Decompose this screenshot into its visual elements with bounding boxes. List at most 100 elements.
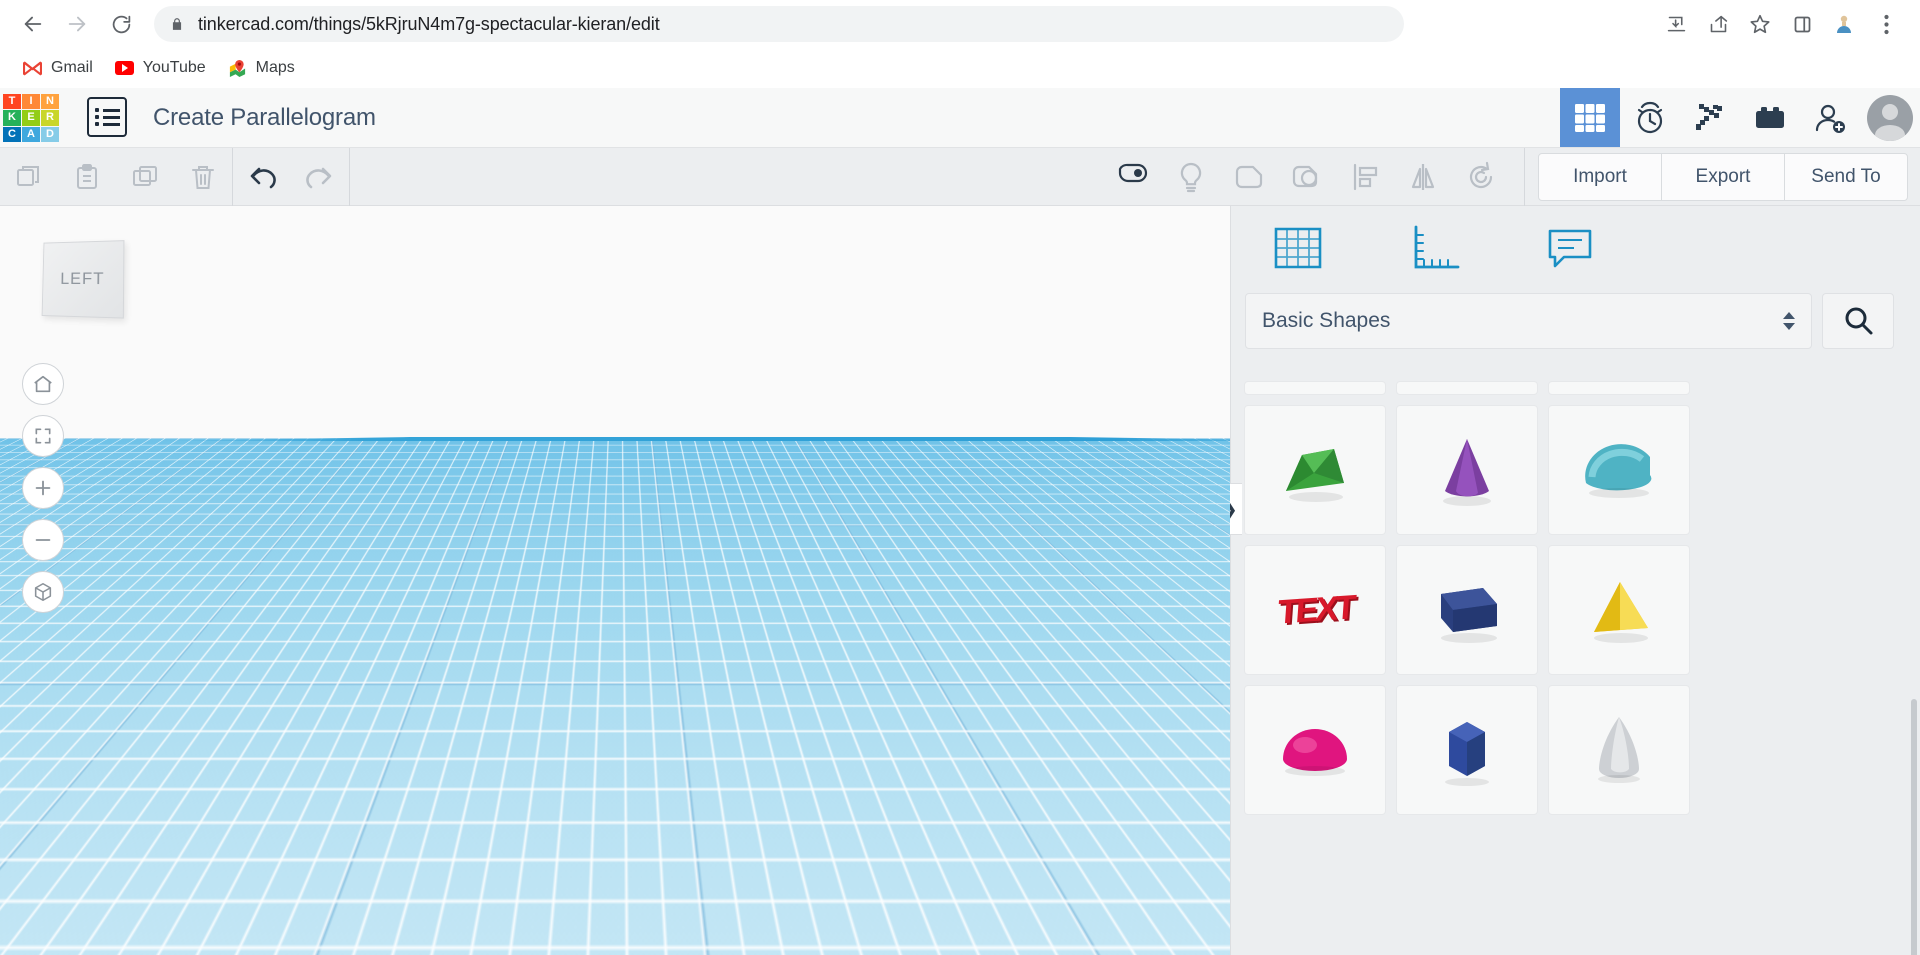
tinkercad-header: T I N K E R C A D Create Parallelogram [0, 88, 1920, 148]
shape-wedge-green[interactable] [1244, 405, 1386, 535]
show-hide-eye-icon[interactable] [1104, 148, 1162, 206]
home-view-icon[interactable] [22, 363, 64, 405]
url-text: tinkercad.com/things/5kRjruN4m7g-spectac… [198, 14, 660, 35]
panel-search-row: Basic Shapes [1231, 290, 1920, 352]
address-bar[interactable]: tinkercad.com/things/5kRjruN4m7g-spectac… [154, 6, 1404, 42]
reload-icon[interactable] [102, 5, 140, 43]
zoom-in-icon[interactable] [22, 467, 64, 509]
flip-icon[interactable] [1452, 148, 1510, 206]
chevron-updown-icon[interactable] [1783, 312, 1795, 330]
toolbar-divider [1524, 148, 1525, 206]
side-panel-icon[interactable] [1782, 4, 1822, 44]
shape-pyramid-yellow[interactable] [1548, 545, 1690, 675]
shape-category-label: Basic Shapes [1262, 309, 1390, 333]
align-icon[interactable] [1336, 148, 1394, 206]
panel-collapse-handle[interactable]: ❯ [1216, 483, 1242, 535]
shapes-scroll-area[interactable]: TEXT [1231, 369, 1920, 955]
object-shadow [436, 697, 590, 723]
user-avatar[interactable] [1860, 88, 1920, 147]
shape-cell-partial[interactable] [1396, 381, 1538, 395]
import-button[interactable]: Import [1538, 153, 1662, 201]
logo-tile-e: E [22, 110, 40, 125]
forward-arrow-icon[interactable] [58, 5, 96, 43]
edit-toolbar: Import Export Send To [0, 148, 1920, 206]
ruler-icon[interactable] [1403, 220, 1465, 276]
send-to-button[interactable]: Send To [1784, 153, 1908, 201]
search-icon[interactable] [1822, 293, 1894, 349]
page-title: Create Parallelogram [153, 104, 376, 132]
shapes-grid: TEXT [1231, 369, 1920, 815]
zoom-out-icon[interactable] [22, 519, 64, 561]
editor-viewport[interactable]: LEFT Settings Snap Grid 1.0 mm [0, 206, 1230, 955]
tinkercad-logo[interactable]: T I N K E R C A D [3, 94, 59, 142]
browser-chrome: tinkercad.com/things/5kRjruN4m7g-spectac… [0, 0, 1920, 88]
browser-nav-row: tinkercad.com/things/5kRjruN4m7g-spectac… [0, 0, 1920, 48]
youtube-icon [115, 59, 134, 78]
note-bubble-icon[interactable] [1539, 220, 1601, 276]
shape-cell-partial[interactable] [1244, 381, 1386, 395]
add-person-icon[interactable] [1800, 88, 1860, 147]
shape-cell-partial[interactable] [1548, 381, 1690, 395]
view-cube-label: LEFT [42, 240, 125, 318]
shape-hexprism-blue[interactable] [1396, 685, 1538, 815]
logo-tile-a: A [22, 127, 40, 142]
redo-icon[interactable] [291, 148, 349, 206]
mirror-icon[interactable] [1394, 148, 1452, 206]
snap-grid-label: Snap Grid [1054, 935, 1131, 955]
shape-category-dropdown[interactable]: Basic Shapes [1245, 293, 1812, 349]
fit-to-view-icon[interactable] [22, 415, 64, 457]
paste-icon[interactable] [58, 148, 116, 206]
shape-halfsphere-magenta[interactable] [1244, 685, 1386, 815]
green-parallelogram-solid[interactable] [417, 624, 585, 654]
bookmark-star-icon[interactable] [1740, 4, 1780, 44]
duplicate-icon[interactable] [116, 148, 174, 206]
chrome-menu-icon[interactable] [1866, 4, 1906, 44]
ungroup-icon[interactable] [1278, 148, 1336, 206]
bookmark-label: Gmail [51, 59, 93, 77]
bookmark-label: Maps [256, 59, 295, 77]
codeblocks-icon[interactable] [1620, 88, 1680, 147]
shape-cone-purple[interactable] [1396, 405, 1538, 535]
gmail-icon [23, 59, 42, 78]
snap-grid-control[interactable]: Snap Grid 1.0 mm [1046, 929, 1226, 955]
share-icon[interactable] [1698, 4, 1738, 44]
chrome-action-group [1656, 4, 1906, 44]
shape-paraboloid-gray[interactable] [1548, 685, 1690, 815]
group-icon[interactable] [1220, 148, 1278, 206]
caret-up-icon[interactable] [1206, 942, 1218, 949]
logo-tile-r: R [41, 110, 59, 125]
export-button[interactable]: Export [1661, 153, 1785, 201]
shape-prism-navy[interactable] [1396, 545, 1538, 675]
bookmarks-bar: Gmail YouTube Maps [0, 48, 1920, 88]
downloads-icon[interactable] [1656, 4, 1696, 44]
lightbulb-hole-icon[interactable] [1162, 148, 1220, 206]
design-grid-icon[interactable] [1560, 88, 1620, 147]
settings-button[interactable]: Settings [1095, 898, 1221, 930]
bookmark-youtube[interactable]: YouTube [106, 54, 215, 83]
shape-dome-teal[interactable] [1548, 405, 1690, 535]
snap-grid-value: 1.0 mm [1142, 935, 1199, 955]
delete-trash-icon[interactable] [174, 148, 232, 206]
view-cube[interactable]: LEFT [40, 241, 124, 317]
pickaxe-icon[interactable] [1680, 88, 1740, 147]
maps-icon [228, 59, 247, 78]
workplane-grid-icon[interactable] [1267, 220, 1329, 276]
bookmark-label: YouTube [143, 59, 206, 77]
bookmark-maps[interactable]: Maps [219, 54, 304, 83]
snap-grid-value-group[interactable]: 1.0 mm [1142, 935, 1218, 955]
ortho-perspective-icon[interactable] [22, 571, 64, 613]
profile-avatar[interactable] [1827, 7, 1861, 41]
lego-brick-icon[interactable] [1740, 88, 1800, 147]
panel-scrollbar[interactable] [1911, 699, 1917, 955]
header-right-group [1560, 88, 1920, 147]
lock-icon [170, 16, 184, 32]
back-arrow-icon[interactable] [14, 5, 52, 43]
undo-icon[interactable] [233, 148, 291, 206]
shape-text-red[interactable]: TEXT [1244, 545, 1386, 675]
workplane-grid[interactable] [0, 206, 1230, 438]
bookmark-gmail[interactable]: Gmail [14, 54, 102, 83]
logo-tile-n: N [41, 94, 59, 109]
list-menu-icon[interactable] [87, 97, 127, 137]
copy-icon[interactable] [0, 148, 58, 206]
logo-tile-c: C [3, 127, 21, 142]
